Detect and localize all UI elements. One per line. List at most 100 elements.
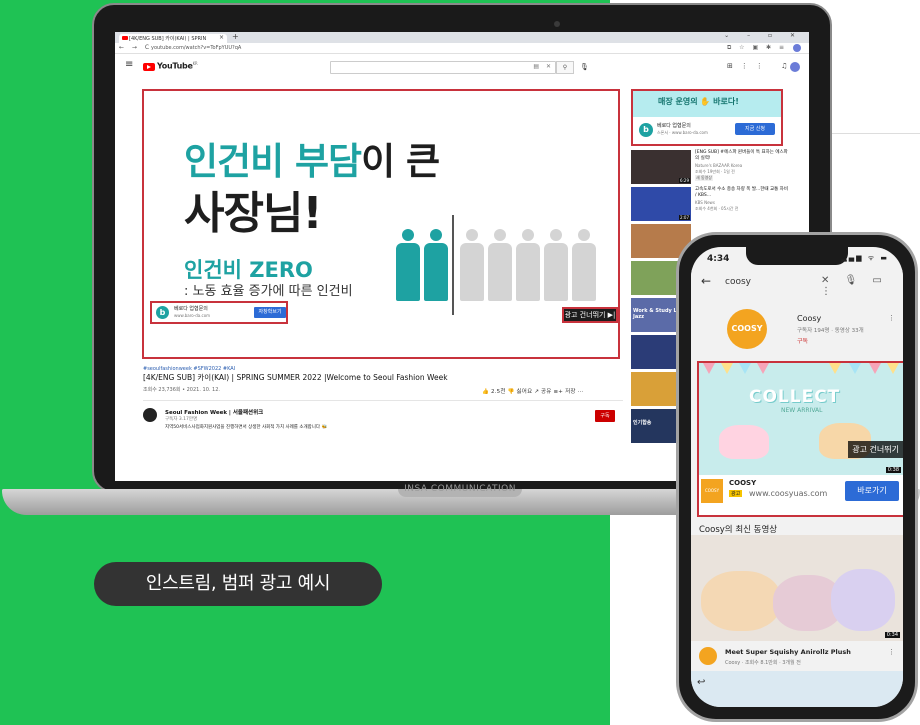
person-icon xyxy=(394,229,422,301)
keyboard-icon[interactable]: ▤ xyxy=(533,63,539,70)
browser-tabbar: [4K/ENG SUB] 카이(KAI) | SPRIN × + ⌄ – ▫ ✕ xyxy=(115,32,809,43)
person-icon xyxy=(458,229,486,301)
bunting-flag xyxy=(703,363,715,374)
mobile-video-channel-avatar[interactable] xyxy=(699,647,717,665)
channel-name[interactable]: Seoul Fashion Week | 서울패션위크 xyxy=(165,408,263,416)
recommendation-channel: KBS News xyxy=(695,200,715,205)
sidebar-advertiser-url: 스폰서 · www.baro-da.com xyxy=(657,130,708,135)
video-stats: 조회수 23,736회 • 2021. 10. 12. xyxy=(143,387,221,393)
new-tab-button[interactable]: + xyxy=(232,32,239,41)
person-icon xyxy=(486,229,514,301)
recommendation-thumbnail[interactable]: 6:29 xyxy=(631,150,691,184)
latest-videos-heading: Coosy의 최신 동영상 xyxy=(699,525,778,535)
sidebar-ad-button[interactable]: 지금 신청 xyxy=(735,123,775,135)
tab-close-icon[interactable]: × xyxy=(219,34,224,41)
mobile-next-thumbnail[interactable] xyxy=(691,671,903,707)
mobile-ad-video[interactable]: COLLECT NEW ARRIVAL 광고 건너뛰기 0:38 xyxy=(699,363,903,475)
recommendation-thumbnail[interactable]: 2:07 xyxy=(631,187,691,221)
phone-notch xyxy=(746,247,848,265)
bunting-flag xyxy=(887,363,899,374)
plush-toy-image xyxy=(831,569,895,631)
youtube-header: ≡ YouTubeKR ▤ ✕ ⚲ 🎙 ⊞⋮⋮ ♫ xyxy=(115,55,809,77)
person-icon xyxy=(514,229,542,301)
phone-screen: 4:34 ▂▄▆ ᯤ ▬ ← coosy ✕ 🎙 ▭ ⋮ COOSY Coosy… xyxy=(691,247,903,707)
youtube-logo-text[interactable]: YouTubeKR xyxy=(157,61,198,71)
mobile-ad-info-bar[interactable]: COOSY COOSY 광고 www.coosyuas.com 바로가기 xyxy=(699,475,903,515)
channel-subscribers: 구독자 3.17만명 xyxy=(165,417,198,422)
extension-icons[interactable]: ⧉ ☆ ▣ ✱ ≡ xyxy=(727,44,787,52)
mobile-ad-cta-button[interactable]: 바로가기 xyxy=(845,481,899,501)
mobile-instream-ad[interactable]: COLLECT NEW ARRIVAL 광고 건너뛰기 0:38 COOSY C… xyxy=(697,361,903,517)
miniplayer-icon[interactable]: ↩ xyxy=(697,677,705,688)
hamburger-menu-icon[interactable]: ≡ xyxy=(125,59,133,70)
video-action-buttons[interactable]: 👍 2.5천 👎 싫어요 ↗ 공유 ≡+ 저장 ··· xyxy=(482,387,583,395)
ad-collect-subtext: NEW ARRIVAL xyxy=(781,407,823,414)
mobile-advertiser-logo: COOSY xyxy=(701,479,723,503)
mic-icon[interactable]: 🎙 xyxy=(580,63,589,71)
mobile-skip-ad-button[interactable]: 광고 건너뛰기 xyxy=(848,441,903,458)
skip-ad-button[interactable]: 광고 건너뛰기 ▶| xyxy=(562,307,618,323)
ad-headline-line2: 사장님! xyxy=(184,188,323,239)
plush-toy-image xyxy=(701,571,781,631)
ad-badge: 광고 xyxy=(729,490,743,497)
recommendation-item[interactable]: 6:29 [ENG SUB] #에스파 윈버들이 특 표하는 에스파의 실력! Na… xyxy=(631,150,791,184)
recommendation-duration: 2:07 xyxy=(679,215,690,220)
window-controls[interactable]: ⌄ – ▫ ✕ xyxy=(724,32,803,39)
person-icon xyxy=(570,229,598,301)
mobile-channel-subs: 구독자 194명 · 동영상 33개 xyxy=(797,328,864,334)
clear-search-icon[interactable]: ✕ xyxy=(546,63,551,70)
more-options-icon[interactable]: ⋮ xyxy=(888,314,895,322)
mobile-advertiser-name: COOSY xyxy=(729,479,757,487)
profile-avatar[interactable] xyxy=(793,44,801,52)
recommendation-views: 조회수 4천회 · 05시간 전 xyxy=(695,206,739,211)
recommendation-title[interactable]: [ENG SUB] #에스파 윈버들이 특 표하는 에스파의 실력! xyxy=(695,150,789,162)
recommendation-title[interactable]: 고속도로서 수소 충송 차량 폭 발...한때 교통 차비 / KBS... xyxy=(695,187,789,199)
sidebar-ad-banner-text: 매장 운영의 ✋ 바로다! xyxy=(658,97,739,106)
laptop-brand-label: INSA COMMUNICATION xyxy=(404,484,516,494)
sidebar-display-ad[interactable]: 매장 운영의 ✋ 바로다! b 베로다 업협문의 스폰서 · www.baro-… xyxy=(631,89,783,146)
mobile-subscribe-button[interactable]: 구독 xyxy=(797,336,808,345)
video-description: 지역50서비스사업화지원사업을 진행하면서 상생한 사회적 가치 사례를 소개합… xyxy=(165,425,328,430)
ad-cta-button[interactable]: 자창학브기 xyxy=(254,307,286,318)
workers-illustration xyxy=(394,215,596,315)
back-arrow-icon[interactable]: ← xyxy=(701,274,711,288)
status-icons: ▂▄▆ ᯤ ▬ xyxy=(841,254,889,262)
advertiser-url: www.baro-da.com xyxy=(174,313,211,318)
account-avatar[interactable] xyxy=(790,62,800,72)
bunting-flag xyxy=(757,363,769,374)
ad-collect-text: COLLECT xyxy=(749,387,841,407)
header-action-icons[interactable]: ⊞⋮⋮ ♫ xyxy=(727,62,795,70)
mobile-search-input[interactable]: coosy xyxy=(725,277,751,287)
advertiser-logo-icon: b xyxy=(156,306,169,319)
plush-toy-image xyxy=(719,425,769,459)
mobile-video-meta: Coosy · 조회수 8.1만회 · 3개월 전 xyxy=(725,660,801,666)
mobile-search-bar: ← coosy ✕ 🎙 ▭ ⋮ xyxy=(691,269,903,297)
search-button[interactable]: ⚲ xyxy=(556,61,574,74)
search-input[interactable]: ▤ ✕ xyxy=(330,61,556,74)
mobile-video-thumbnail[interactable]: 0:34 xyxy=(691,535,903,641)
mobile-search-actions[interactable]: ✕ 🎙 ▭ ⋮ xyxy=(821,275,903,297)
channel-avatar[interactable] xyxy=(143,408,157,422)
sidebar-ad-banner[interactable]: 매장 운영의 ✋ 바로다! xyxy=(633,91,781,117)
subscribe-button[interactable]: 구독 xyxy=(595,410,615,422)
bunting-flag xyxy=(849,363,861,374)
bunting-flag xyxy=(869,363,881,374)
browser-tab[interactable]: [4K/ENG SUB] 카이(KAI) | SPRIN × xyxy=(119,34,227,43)
recommendation-item[interactable]: 2:07 고속도로서 수소 충송 차량 폭 발...한때 교통 차비 / KBS.… xyxy=(631,187,791,221)
person-icon xyxy=(542,229,570,301)
youtube-favicon-icon xyxy=(122,36,128,40)
meta-divider xyxy=(143,400,623,401)
mobile-channel-result[interactable]: COOSY Coosy 구독자 194명 · 동영상 33개 구독 ⋮ xyxy=(691,297,903,361)
mobile-channel-name[interactable]: Coosy xyxy=(797,314,821,323)
mobile-video-title[interactable]: Meet Super Squishy Anirollz Plush xyxy=(725,648,851,656)
nav-buttons[interactable]: ← → C xyxy=(119,44,152,51)
coosy-channel-logo[interactable]: COOSY xyxy=(727,309,767,349)
ad-cta-overlay[interactable]: b 베로다 업협문의 www.baro-da.com 자창학브기 xyxy=(150,301,288,324)
video-player-ad[interactable]: 인건비 부담이 큰 사장님! 인건비 ZERO : 노동 효율 증가에 따른 인… xyxy=(142,89,620,359)
bunting-flag xyxy=(829,363,841,374)
more-options-icon[interactable]: ⋮ xyxy=(888,648,895,656)
url-field[interactable]: youtube.com/watch?v=ToFpYUU?qA xyxy=(151,45,241,51)
youtube-play-icon xyxy=(147,65,151,69)
laptop-camera xyxy=(554,21,560,27)
sidebar-advertiser-name: 베로다 업협문의 xyxy=(657,123,691,129)
